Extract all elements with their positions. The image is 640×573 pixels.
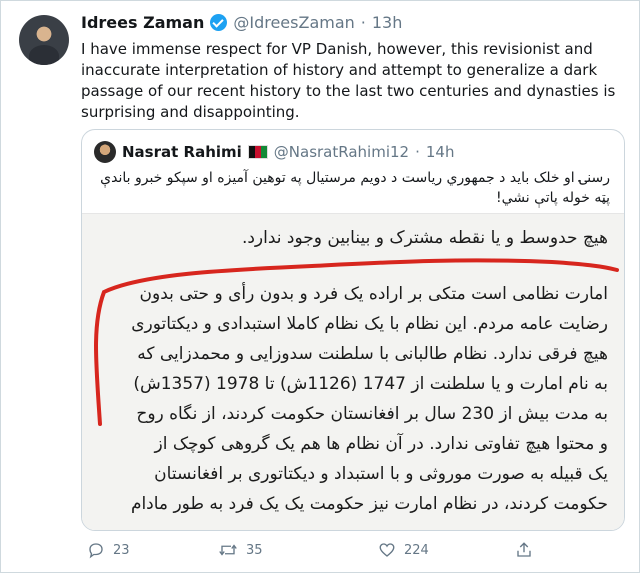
share-icon bbox=[517, 542, 531, 557]
tweet-time[interactable]: 13h bbox=[372, 13, 403, 32]
tweet-header: Idrees Zaman @IdreesZaman · 13h bbox=[81, 13, 402, 32]
image-text-line: هیچ فرقی ندارد. نظام طالبانی با سلطنت سد… bbox=[137, 344, 608, 364]
tweet-actions: 23 35 224 bbox=[81, 541, 551, 561]
author-name[interactable]: Idrees Zaman bbox=[81, 13, 204, 32]
quoted-dot-separator: · bbox=[415, 143, 420, 161]
image-text-line: به نام امارت و یا سلطنت از 1747 (1126ش) … bbox=[133, 374, 608, 394]
dot-separator: · bbox=[360, 13, 366, 32]
quoted-image[interactable]: هیچ حدوسط و یا نقطه مشترک و بینابین وجود… bbox=[82, 213, 624, 530]
heart-icon bbox=[379, 543, 395, 557]
quoted-text: رسنۍ او خلک باید د جمهوري ریاست د دویم م… bbox=[100, 170, 610, 206]
like-count: 224 bbox=[404, 542, 429, 558]
tweet-card: Idrees Zaman @IdreesZaman · 13h I have i… bbox=[0, 0, 640, 573]
reply-button[interactable]: 23 bbox=[87, 541, 130, 559]
reply-icon bbox=[89, 543, 103, 559]
image-text-line: به مدت بیش از 230 سال بر افغانستان حکومت… bbox=[136, 404, 608, 424]
afghan-flag-icon bbox=[247, 145, 268, 159]
quoted-author-handle: @NasratRahimi12 bbox=[273, 143, 410, 161]
tweet-text: I have immense respect for VP Danish, ho… bbox=[81, 40, 616, 121]
image-text-line: و محتوا هیچ تفاوتی ندارد. در آن نظام ها … bbox=[154, 434, 608, 454]
image-text-line: امارت نظامی است متکی بر اراده یک فرد و ب… bbox=[139, 284, 609, 304]
verified-badge-icon bbox=[210, 14, 228, 31]
quoted-tweet[interactable]: Nasrat Rahimi @NasratRahimi12 · 14h رسنۍ… bbox=[81, 129, 625, 531]
reply-count: 23 bbox=[113, 542, 130, 558]
retweet-button[interactable]: 35 bbox=[218, 541, 263, 559]
quoted-header: Nasrat Rahimi @NasratRahimi12 · 14h bbox=[94, 141, 454, 163]
share-button[interactable] bbox=[515, 541, 533, 559]
retweet-icon bbox=[219, 544, 237, 556]
image-text-line: رضایت عامه مردم. این نظام با یک نظام کام… bbox=[131, 314, 608, 334]
quoted-author-avatar bbox=[94, 141, 116, 163]
author-handle[interactable]: @IdreesZaman bbox=[233, 13, 354, 32]
quoted-time: 14h bbox=[425, 143, 455, 161]
image-text-line: یک قبیله به صورت موروثی و با استبداد و د… bbox=[154, 464, 608, 484]
author-avatar[interactable] bbox=[19, 15, 69, 65]
image-text-line: حکومت کردند، در نظام امارت نیز حکومت یک … bbox=[130, 494, 608, 514]
quoted-author-name: Nasrat Rahimi bbox=[122, 143, 242, 161]
like-button[interactable]: 224 bbox=[378, 541, 429, 559]
retweet-count: 35 bbox=[246, 542, 263, 558]
